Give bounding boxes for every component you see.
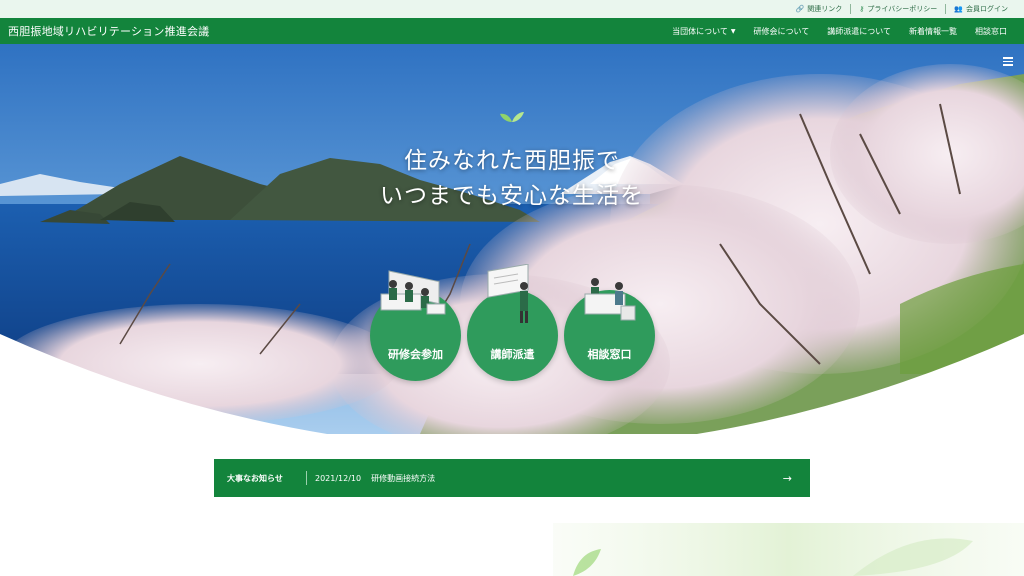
nav-item-about[interactable]: 当団体について ▼ <box>663 26 744 37</box>
decorative-leaf-background <box>553 523 1024 576</box>
utility-bar: 🔗 関連リンク ⚷ プライバシーポリシー 👥 会員ログイン <box>0 0 1024 18</box>
notice-date: 2021/12/10 <box>315 473 362 483</box>
arrow-right-icon[interactable]: → <box>783 472 810 485</box>
nav-item-label: 当団体について <box>672 26 728 36</box>
link-icon: 🔗 <box>795 5 805 13</box>
caret-down-icon: ▼ <box>730 27 736 35</box>
key-icon: ⚷ <box>859 5 865 13</box>
main-nav: 西胆振地域リハビリテーション推進会議 当団体について ▼ 研修会について 講師派… <box>0 18 1024 44</box>
nav-item-lecturer[interactable]: 講師派遣について <box>818 26 900 37</box>
nav-item-news[interactable]: 新着情報一覧 <box>900 26 966 37</box>
related-links-link[interactable]: 🔗 関連リンク <box>788 4 851 14</box>
related-links-label: 関連リンク <box>807 5 843 13</box>
important-notice-bar[interactable]: 大事なお知らせ 2021/12/10 研修動画接続方法 → <box>214 459 810 497</box>
users-icon: 👥 <box>954 5 963 13</box>
cta-label: 研修会参加 <box>388 348 443 361</box>
privacy-policy-label: プライバシーポリシー <box>867 5 938 13</box>
consultation-button[interactable]: 相談窓口 <box>564 278 655 381</box>
cta-label: 相談窓口 <box>587 348 632 361</box>
nav-item-seminar[interactable]: 研修会について <box>744 26 818 37</box>
hero-section: 住みなれた西胆振で いつまでも安心な生活を 研修会参加 講師派遣 相談窓口 <box>0 44 1024 434</box>
lecturer-icon <box>487 264 529 323</box>
hamburger-menu-icon[interactable] <box>1003 57 1013 66</box>
site-title[interactable]: 西胆振地域リハビリテーション推進会議 <box>8 23 209 39</box>
hero-catchphrase: 住みなれた西胆振で いつまでも安心な生活を <box>312 144 712 214</box>
nav-item-label: 研修会について <box>753 26 810 36</box>
nav-item-label: 相談窓口 <box>975 26 1007 36</box>
member-login-link[interactable]: 👥 会員ログイン <box>946 4 1016 14</box>
privacy-policy-link[interactable]: ⚷ プライバシーポリシー <box>851 4 945 14</box>
cta-label: 講師派遣 <box>490 348 535 361</box>
seminar-participation-button[interactable]: 研修会参加 <box>370 270 461 381</box>
hero-catch-line-2: いつまでも安心な生活を <box>380 183 644 209</box>
nav-item-label: 講師派遣について <box>827 26 891 36</box>
lecturer-dispatch-button[interactable]: 講師派遣 <box>467 264 558 381</box>
seminar-icon <box>380 270 446 315</box>
notice-title[interactable]: 研修動画接続方法 <box>361 473 783 484</box>
consultation-icon <box>584 278 636 321</box>
member-login-label: 会員ログイン <box>966 5 1008 13</box>
leaf-icon <box>500 112 524 122</box>
nav-item-consultation[interactable]: 相談窓口 <box>966 26 1016 37</box>
nav-menu: 当団体について ▼ 研修会について 講師派遣について 新着情報一覧 相談窓口 <box>663 26 1016 37</box>
notice-heading: 大事なお知らせ <box>227 473 283 483</box>
hero-catch-line-1: 住みなれた西胆振で <box>404 148 620 174</box>
nav-item-label: 新着情報一覧 <box>909 26 957 36</box>
